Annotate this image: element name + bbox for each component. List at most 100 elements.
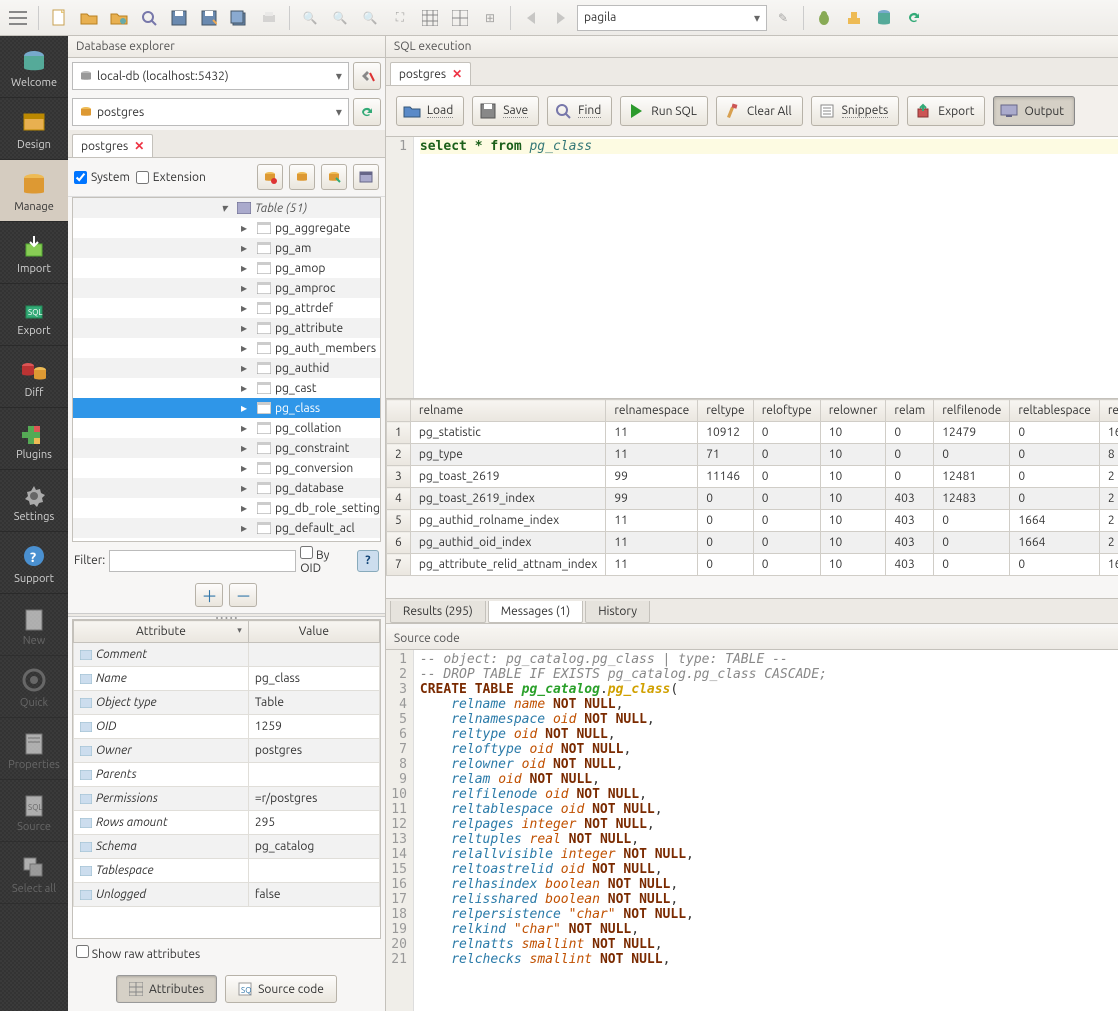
connection-selector[interactable]: local-db (localhost:5432) (72, 62, 349, 90)
result-row[interactable]: 3pg_toast_2619991114601001248102 (386, 466, 1118, 488)
col-reltype[interactable]: reltype (698, 400, 753, 422)
attr-row-tablespace[interactable]: Tablespace (74, 859, 380, 883)
tree-btn3[interactable] (321, 164, 347, 190)
messages-tab[interactable]: Messages (1) (488, 601, 583, 623)
prev-icon[interactable] (517, 4, 545, 32)
results-tab[interactable]: Results (295) (390, 601, 486, 623)
grid-small-icon[interactable] (416, 4, 444, 32)
tree-btn2[interactable] (289, 164, 315, 190)
attr-row-parents[interactable]: Parents (74, 763, 380, 787)
col-relpage[interactable]: relpage (1099, 400, 1118, 422)
open-folder-icon[interactable] (75, 4, 103, 32)
attr-header[interactable]: Attribute▾ (74, 621, 249, 643)
save-button[interactable]: Save (472, 96, 539, 126)
database-dropdown[interactable]: postgres (72, 98, 349, 126)
folder-db-icon[interactable] (105, 4, 133, 32)
find-button[interactable]: Find (547, 96, 612, 126)
tree-header-tables[interactable]: ▾ Table (51) (73, 198, 380, 218)
attributes-grid[interactable]: Attribute▾ Value CommentNamepg_classObje… (72, 619, 381, 939)
cubes-icon[interactable] (840, 4, 868, 32)
sidebar-quick[interactable]: Quick (0, 656, 68, 718)
sidebar-plugins[interactable]: Plugins (0, 408, 68, 470)
sidebar-settings[interactable]: Settings (0, 470, 68, 532)
source-code-editor[interactable]: 123456789101112131415161718192021 -- obj… (386, 650, 1118, 1011)
help-button[interactable]: ? (357, 550, 379, 572)
sidebar-welcome[interactable]: Welcome (0, 36, 68, 98)
snippets-button[interactable]: Snippets (811, 96, 900, 126)
db-icon[interactable] (870, 4, 898, 32)
sidebar-new[interactable]: New (0, 594, 68, 656)
table-pg_collation[interactable]: ▸ pg_collation (73, 418, 380, 438)
by-oid-checkbox[interactable]: By OID (300, 546, 353, 575)
table-pg_am[interactable]: ▸ pg_am (73, 238, 380, 258)
refresh-icon[interactable] (900, 4, 928, 32)
tree-btn1[interactable] (257, 164, 283, 190)
next-icon[interactable] (547, 4, 575, 32)
attr-row-unlogged[interactable]: Unloggedfalse (74, 883, 380, 907)
zoom-out-icon[interactable]: 🔍 (326, 4, 354, 32)
output-button[interactable]: Output (993, 96, 1074, 126)
filter-input[interactable] (109, 550, 296, 572)
zoom-reset-icon[interactable]: ⛶ (386, 4, 414, 32)
col-relowner[interactable]: relowner (820, 400, 886, 422)
bug-icon[interactable] (810, 4, 838, 32)
save-icon[interactable] (165, 4, 193, 32)
zoom-fit-icon[interactable]: 🔍 (356, 4, 384, 32)
system-checkbox[interactable]: System (74, 171, 130, 184)
attributes-button[interactable]: Attributes (116, 975, 217, 1003)
tree-btn4[interactable] (353, 164, 379, 190)
attr-row-permissions[interactable]: Permissions=r/postgres (74, 787, 380, 811)
table-pg_cast[interactable]: ▸ pg_cast (73, 378, 380, 398)
sidebar-import[interactable]: Import (0, 222, 68, 284)
attr-row-rows-amount[interactable]: Rows amount295 (74, 811, 380, 835)
save-as-icon[interactable] (195, 4, 223, 32)
sidebar-manage[interactable]: Manage (0, 160, 68, 222)
run-sql-button[interactable]: Run SQL (620, 96, 708, 126)
result-row[interactable]: 5pg_authid_rolname_index110010403016642 (386, 510, 1118, 532)
grid-large-icon[interactable] (446, 4, 474, 32)
attr-row-owner[interactable]: Ownerpostgres (74, 739, 380, 763)
result-row[interactable]: 1pg_statistic1110912010012479016 (386, 422, 1118, 444)
search-icon[interactable] (135, 4, 163, 32)
refresh-db-button[interactable] (353, 98, 381, 126)
table-pg_attribute[interactable]: ▸ pg_attribute (73, 318, 380, 338)
sidebar-support[interactable]: ?Support (0, 532, 68, 594)
object-tree[interactable]: ▾ Table (51)▸ pg_aggregate▸ pg_am ▸ pg_am… (72, 197, 381, 542)
new-file-icon[interactable] (45, 4, 73, 32)
show-raw-checkbox[interactable]: Show raw attributes (76, 945, 200, 961)
attr-row-object-type[interactable]: Object typeTable (74, 691, 380, 715)
results-grid[interactable]: relnamerelnamespacereltypereloftyperelow… (386, 399, 1118, 599)
col-relam[interactable]: relam (886, 400, 934, 422)
table-pg_aggregate[interactable]: ▸ pg_aggregate (73, 218, 380, 238)
sidebar-diff[interactable]: Diff (0, 346, 68, 408)
print-icon[interactable] (255, 4, 283, 32)
table-pg_constraint[interactable]: ▸ pg_constraint (73, 438, 380, 458)
disconnect-button[interactable] (353, 62, 381, 90)
attr-row-name[interactable]: Namepg_class (74, 667, 380, 691)
table-pg_attrdef[interactable]: ▸ pg_attrdef (73, 298, 380, 318)
table-pg_amproc[interactable]: ▸ pg_amproc (73, 278, 380, 298)
sql-editor[interactable]: 1 select * from pg_class (386, 137, 1118, 399)
col-reltablespace[interactable]: reltablespace (1010, 400, 1100, 422)
close-tab-icon[interactable]: ✕ (134, 139, 144, 153)
attr-row-schema[interactable]: Schemapg_catalog (74, 835, 380, 859)
edit-icon[interactable]: ✎ (769, 4, 797, 32)
table-pg_class[interactable]: ▸ pg_class (73, 398, 380, 418)
save-all-icon[interactable] (225, 4, 253, 32)
toggle-icon[interactable]: ⊞ (476, 4, 504, 32)
sidebar-source[interactable]: SQLSource (0, 780, 68, 842)
explorer-tab[interactable]: postgres ✕ (72, 134, 153, 157)
add-button[interactable]: ＋ (195, 583, 223, 607)
sql-tab[interactable]: postgres ✕ (390, 62, 471, 85)
load-button[interactable]: Load (396, 96, 464, 126)
source-code-button[interactable]: SQL Source code (225, 975, 337, 1003)
col-relfilenode[interactable]: relfilenode (934, 400, 1010, 422)
value-header[interactable]: Value (248, 621, 379, 643)
sidebar-design[interactable]: Design (0, 98, 68, 160)
attr-row-comment[interactable]: Comment (74, 643, 380, 667)
sidebar-selectall[interactable]: Select all (0, 842, 68, 904)
close-sql-tab-icon[interactable]: ✕ (452, 67, 462, 81)
attr-row-oid[interactable]: OID1259 (74, 715, 380, 739)
table-pg_default_acl[interactable]: ▸ pg_default_acl (73, 518, 380, 538)
row-num-header[interactable] (386, 400, 410, 422)
